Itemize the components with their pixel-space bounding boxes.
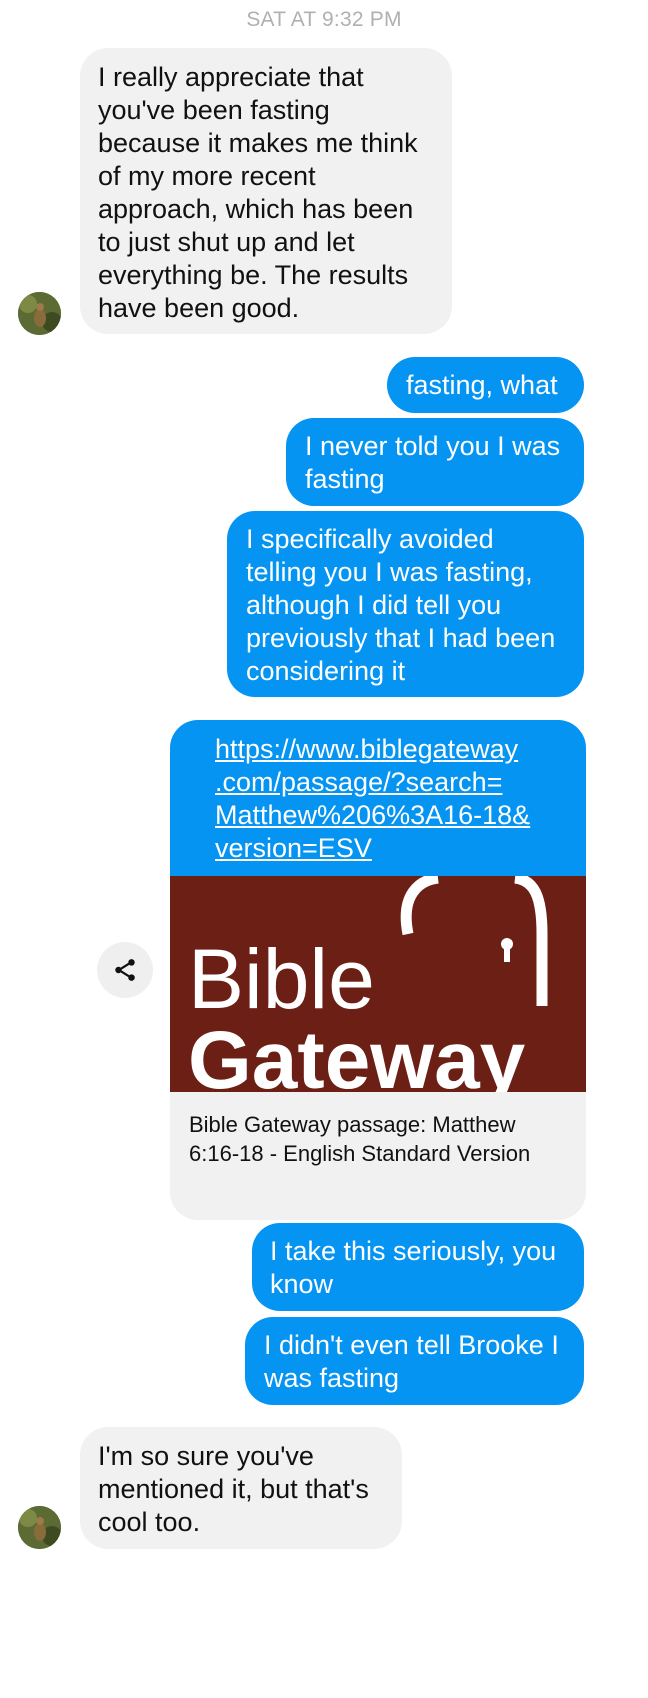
incoming-message[interactable]: I'm so sure you've mentioned it, but tha… — [80, 1427, 402, 1549]
contact-avatar[interactable] — [18, 292, 61, 335]
door-arch-right — [513, 876, 548, 1006]
share-icon — [115, 959, 135, 981]
incoming-message[interactable]: I really appreciate that you've been fas… — [80, 48, 452, 334]
link-title[interactable]: Bible Gateway passage: Matthew 6:16-18 -… — [170, 1092, 586, 1168]
logo-text-bible: Bible — [188, 932, 375, 1026]
outgoing-message[interactable]: I didn't even tell Brooke I was fasting — [245, 1317, 584, 1405]
share-button[interactable] — [97, 942, 153, 998]
logo-text-gateway: Gateway — [188, 1015, 526, 1092]
door-arch-left — [400, 876, 439, 936]
message-timestamp: SAT AT 9:32 PM — [246, 8, 402, 31]
link-preview-card[interactable]: https://www.biblegateway .com/passage/?s… — [170, 720, 586, 1220]
link-thumbnail[interactable]: Bible Gateway — [170, 876, 586, 1092]
link-url[interactable]: https://www.biblegateway .com/passage/?s… — [215, 733, 566, 865]
link-url-area[interactable]: https://www.biblegateway .com/passage/?s… — [170, 720, 586, 876]
outgoing-message[interactable]: I never told you I was fasting — [286, 418, 584, 506]
outgoing-message[interactable]: fasting, what — [387, 357, 584, 413]
outgoing-message[interactable]: I take this seriously, you know — [252, 1223, 584, 1311]
outgoing-message[interactable]: I specifically avoided telling you I was… — [227, 511, 584, 697]
contact-avatar[interactable] — [18, 1506, 61, 1549]
